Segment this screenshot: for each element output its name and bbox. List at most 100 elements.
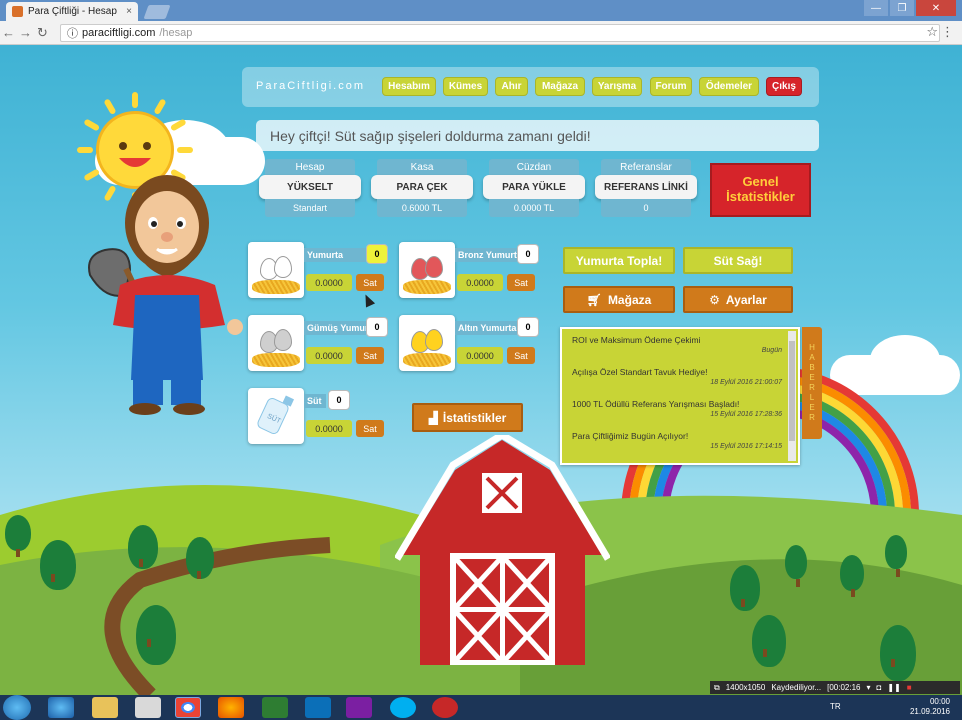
- store-button[interactable]: 🛒︎ Mağaza: [563, 286, 675, 313]
- product-count: 0: [517, 244, 539, 264]
- tab-title: Para Çiftliği - Hesap: [28, 6, 117, 17]
- sell-button[interactable]: Sat: [356, 420, 384, 437]
- site-logo[interactable]: ParaCiftligi.com: [256, 80, 365, 92]
- account-box-referanslar: Referanslar REFERANS LİNKİ 0: [595, 159, 697, 223]
- clock[interactable]: 00:00 21.09.2016: [910, 697, 950, 717]
- product-bronz-yumurta: Bronz Yumurta 0 0.0000 Sat: [399, 242, 539, 300]
- milk-label: Süt Sağ!: [713, 253, 763, 268]
- back-icon[interactable]: ←: [0, 25, 17, 40]
- news-tab-letter: R: [809, 383, 815, 392]
- menu-icon[interactable]: ⋮: [941, 24, 954, 40]
- account-value: Standart: [265, 199, 355, 217]
- nav-odemeler[interactable]: Ödemeler: [699, 77, 759, 96]
- deposit-button[interactable]: PARA YÜKLE: [483, 175, 585, 199]
- sell-button[interactable]: Sat: [507, 274, 535, 291]
- nav-ahir[interactable]: Ahır: [495, 77, 528, 96]
- tree: [785, 545, 807, 587]
- product-amount: 0.0000: [306, 274, 352, 291]
- news-item[interactable]: Açılışa Özel Standart Tavuk Hediye! 18 E…: [572, 367, 782, 386]
- recorder-dropdown-icon[interactable]: ▾: [867, 683, 871, 692]
- product-name: Gümüş Yumurta: [304, 321, 366, 335]
- tree: [730, 565, 760, 611]
- news-tab-letter: E: [809, 403, 815, 412]
- clock-time: 00:00: [929, 697, 950, 706]
- app-icon[interactable]: [346, 697, 372, 718]
- clock-date: 21.09.2016: [909, 707, 950, 716]
- start-button[interactable]: [3, 695, 31, 720]
- browser-tab[interactable]: Para Çiftliği - Hesap ×: [6, 2, 138, 21]
- referral-link-button[interactable]: REFERANS LİNKİ: [595, 175, 697, 199]
- tab-close-icon[interactable]: ×: [126, 6, 132, 17]
- upgrade-button[interactable]: YÜKSELT: [259, 175, 361, 199]
- close-button[interactable]: ✕: [916, 0, 956, 16]
- news-title: ROI ve Maksimum Ödeme Çekimi: [572, 335, 701, 345]
- account-box-hesap: Hesap YÜKSELT Standart: [259, 159, 361, 223]
- sell-button[interactable]: Sat: [356, 347, 384, 364]
- product-name: Yumurta: [304, 248, 366, 262]
- settings-button[interactable]: ⚙ Ayarlar: [683, 286, 793, 313]
- taskbar: TR 00:00 21.09.2016: [0, 695, 962, 720]
- forward-icon[interactable]: →: [17, 25, 34, 40]
- collect-eggs-button[interactable]: Yumurta Topla!: [563, 247, 675, 274]
- url-host: paraciftligi.com: [82, 27, 156, 39]
- stop-icon[interactable]: ■: [907, 683, 912, 692]
- folder-icon[interactable]: [92, 697, 118, 718]
- recorder-app-icon[interactable]: [432, 697, 458, 718]
- pause-icon[interactable]: ❚❚: [887, 683, 900, 692]
- product-amount: 0.0000: [306, 347, 352, 364]
- account-value: 0: [601, 199, 691, 217]
- news-tab-letter: A: [809, 353, 815, 362]
- url-field[interactable]: ⓘ paraciftligi.com/hesap: [60, 24, 940, 42]
- sun-ray: [132, 92, 138, 108]
- news-scrollbar[interactable]: [788, 331, 796, 461]
- new-tab-button[interactable]: [143, 5, 171, 19]
- product-amount: 0.0000: [306, 420, 352, 437]
- nav-cikis[interactable]: Çıkış: [766, 77, 802, 96]
- general-statistics-button[interactable]: Genel İstatistikler: [710, 163, 811, 217]
- sun-ray: [177, 147, 193, 153]
- news-item[interactable]: 1000 TL Ödüllü Referans Yarışması Başlad…: [572, 399, 782, 418]
- sell-button[interactable]: Sat: [356, 274, 384, 291]
- product-name: Süt: [304, 394, 326, 408]
- collect-eggs-label: Yumurta Topla!: [575, 253, 663, 268]
- news-title: Açılışa Özel Standart Tavuk Hediye!: [572, 367, 708, 377]
- camtasia-icon[interactable]: [262, 697, 288, 718]
- news-tab-letter: R: [809, 413, 815, 422]
- nav-forum[interactable]: Forum: [650, 77, 692, 96]
- window-controls: — ❐ ✕: [864, 0, 956, 16]
- bookmark-star-icon[interactable]: ☆: [926, 24, 938, 40]
- minimize-button[interactable]: —: [864, 0, 888, 16]
- reload-icon[interactable]: ↻: [34, 25, 51, 41]
- screen-recorder-bar: ⧉ 1400x1050 Kaydediliyor... [00:02:16 ▾ …: [710, 681, 960, 694]
- media-player-icon[interactable]: [135, 697, 161, 718]
- chrome-icon[interactable]: [175, 697, 201, 718]
- tree: [5, 515, 31, 557]
- firefox-icon[interactable]: [218, 697, 244, 718]
- language-indicator[interactable]: TR: [830, 702, 841, 711]
- teamviewer-icon[interactable]: [305, 697, 331, 718]
- milk-button[interactable]: Süt Sağ!: [683, 247, 793, 274]
- news-date: Bugün: [761, 347, 782, 354]
- news-tab: H A B E R L E R: [802, 327, 822, 439]
- store-label: Mağaza: [607, 292, 652, 307]
- recorder-icon: ⧉: [714, 682, 720, 692]
- settings-label: Ayarlar: [725, 292, 767, 307]
- tree: [885, 535, 907, 577]
- sell-button[interactable]: Sat: [507, 347, 535, 364]
- ie-icon[interactable]: [48, 697, 74, 718]
- nav-hesabim[interactable]: Hesabım: [382, 77, 436, 96]
- statistics-button[interactable]: ▟ İstatistikler: [412, 403, 523, 432]
- maximize-button[interactable]: ❐: [890, 0, 914, 16]
- nav-magaza[interactable]: Mağaza: [535, 77, 585, 96]
- tree: [186, 537, 214, 579]
- nav-yarisma[interactable]: Yarışma: [592, 77, 642, 96]
- withdraw-button[interactable]: PARA ÇEK: [371, 175, 473, 199]
- camera-icon[interactable]: ◘: [877, 683, 882, 692]
- product-sut: SÜT Süt 0 0.0000 Sat: [248, 388, 388, 446]
- favicon-icon: [12, 6, 23, 17]
- tree: [128, 525, 158, 569]
- skype-icon[interactable]: [390, 697, 416, 718]
- news-date: 15 Eylül 2016 17:28:36: [710, 411, 782, 418]
- nav-kumes[interactable]: Kümes: [443, 77, 488, 96]
- news-item[interactable]: ROI ve Maksimum Ödeme Çekimi Bugün: [572, 335, 782, 354]
